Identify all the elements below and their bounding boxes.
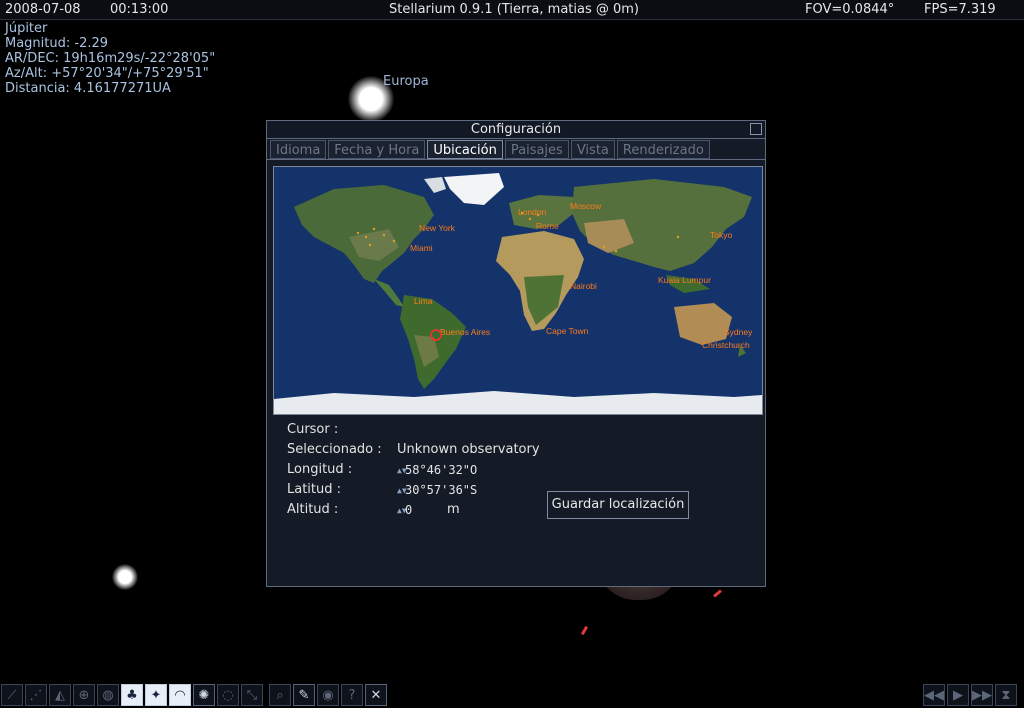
altitude-label: Altitud : [287, 502, 339, 517]
search-icon[interactable]: ⌕ [269, 684, 291, 706]
help-icon[interactable]: ? [341, 684, 363, 706]
constellation-lines-icon[interactable]: ⟋ [1, 684, 23, 706]
object-azalt: Az/Alt: +57°20'34"/+75°29'51" [5, 66, 209, 81]
cursor-label: Cursor : [287, 422, 339, 437]
fps-display: FPS=7.319 [924, 2, 996, 17]
map-city-label: Kuala Lumpur [658, 275, 711, 285]
close-icon[interactable] [750, 123, 762, 135]
equatorial-mount-icon[interactable]: ⤡ [241, 684, 263, 706]
latitude-label: Latitud : [287, 482, 342, 497]
object-info-panel: Júpiter Magnitud: -2.29 AR/DEC: 19h16m29… [5, 21, 215, 96]
time-toolbar: ◀◀ ▶ ▶▶ ⧗ [923, 684, 1019, 708]
configuration-dialog: Configuración Idioma Fecha y Hora Ubicac… [266, 120, 766, 587]
dialog-title: Configuración [470, 122, 562, 137]
map-city-label: Tokyo [710, 230, 732, 240]
azimuthal-grid-icon[interactable]: ◍ [97, 684, 119, 706]
dialog-title-bar: Configuración [267, 121, 765, 139]
altitude-unit: m [447, 502, 460, 517]
object-name: Júpiter [5, 21, 48, 36]
tab-divider [267, 159, 765, 160]
latitude-spinner[interactable]: ▲▼30°57'36"S [397, 481, 477, 500]
night-mode-icon[interactable]: ◉ [317, 684, 339, 706]
constellation-art-icon[interactable]: ◭ [49, 684, 71, 706]
object-radec: AR/DEC: 19h16m29s/-22°28'05" [5, 51, 216, 66]
map-city-label: Buenos Aires [440, 327, 490, 337]
return-to-current-time-icon[interactable]: ⧗ [995, 684, 1017, 706]
star-object[interactable] [112, 564, 138, 590]
time-display: 00:13:00 [110, 2, 169, 17]
top-status-bar: 2008-07-08 00:13:00 Stellarium 0.9.1 (Ti… [0, 0, 1024, 20]
object-magnitude: Magnitud: -2.29 [5, 36, 109, 51]
save-location-button[interactable]: Guardar localización [547, 491, 689, 519]
decrease-time-speed-icon[interactable]: ◀◀ [923, 684, 945, 706]
map-city-label: Rome [536, 221, 559, 231]
quit-icon[interactable]: ✕ [365, 684, 387, 706]
planet-hints-icon[interactable]: ◌ [217, 684, 239, 706]
constellation-names-icon[interactable]: ⋰ [25, 684, 47, 706]
world-map[interactable]: Moscow London Rome New York Miami Tokyo … [273, 166, 763, 415]
date-display: 2008-07-08 [5, 2, 81, 17]
config-tabs: Idioma Fecha y Hora Ubicación Paisajes V… [270, 140, 710, 159]
configuration-icon[interactable]: ✎ [293, 684, 315, 706]
cardinal-points-icon[interactable]: ✦ [145, 684, 167, 706]
map-city-label: Cape Town [546, 326, 589, 336]
real-time-speed-icon[interactable]: ▶ [947, 684, 969, 706]
selection-marker [580, 625, 589, 636]
map-city-label: Moscow [570, 201, 602, 211]
selection-marker [713, 589, 722, 598]
increase-time-speed-icon[interactable]: ▶▶ [971, 684, 993, 706]
map-city-label: Miami [410, 243, 433, 253]
ground-icon[interactable]: ♣ [121, 684, 143, 706]
spinner-arrows-icon[interactable]: ▲▼ [397, 502, 407, 520]
tab-fecha-y-hora[interactable]: Fecha y Hora [328, 140, 426, 159]
atmosphere-icon[interactable]: ◠ [169, 684, 191, 706]
map-city-label: Nairobi [570, 281, 597, 291]
latitude-value: 30°57'36"S [405, 483, 478, 497]
tab-vista[interactable]: Vista [570, 140, 615, 159]
tab-ubicacion[interactable]: Ubicación [427, 140, 503, 159]
object-distance: Distancia: 4.16177271UA [5, 81, 171, 96]
map-city-label: New York [419, 223, 456, 233]
map-city-label: London [518, 207, 547, 217]
longitude-spinner[interactable]: ▲▼58°46'32"O [397, 461, 477, 480]
map-city-label: Sydney [724, 327, 753, 337]
world-map-graphic: Moscow London Rome New York Miami Tokyo … [274, 167, 762, 414]
altitude-value: 0 [405, 503, 413, 517]
app-title: Stellarium 0.9.1 (Tierra, matias @ 0m) [389, 2, 640, 17]
fov-display: FOV=0.0844° [805, 2, 895, 17]
tab-idioma[interactable]: Idioma [270, 140, 327, 159]
spinner-arrows-icon[interactable]: ▲▼ [397, 482, 407, 500]
selected-value: Unknown observatory [397, 442, 540, 457]
altitude-spinner[interactable]: ▲▼0 [397, 501, 412, 520]
tab-renderizado[interactable]: Renderizado [616, 140, 710, 159]
selected-label: Seleccionado : [287, 442, 382, 457]
tab-paisajes[interactable]: Paisajes [504, 140, 569, 159]
equatorial-grid-icon[interactable]: ⊕ [73, 684, 95, 706]
nebulas-icon[interactable]: ✺ [193, 684, 215, 706]
europa-label: Europa [383, 74, 429, 89]
spinner-arrows-icon[interactable]: ▲▼ [397, 462, 407, 480]
longitude-label: Longitud : [287, 462, 353, 477]
map-city-label: Christchurch [702, 340, 750, 350]
map-city-label: Lima [414, 296, 433, 306]
main-toolbar: ⟋ ⋰ ◭ ⊕ ◍ ♣ ✦ ◠ ✺ ◌ ⤡ ⌕ ✎ ◉ ? ✕ [1, 684, 389, 708]
longitude-value: 58°46'32"O [405, 463, 478, 477]
